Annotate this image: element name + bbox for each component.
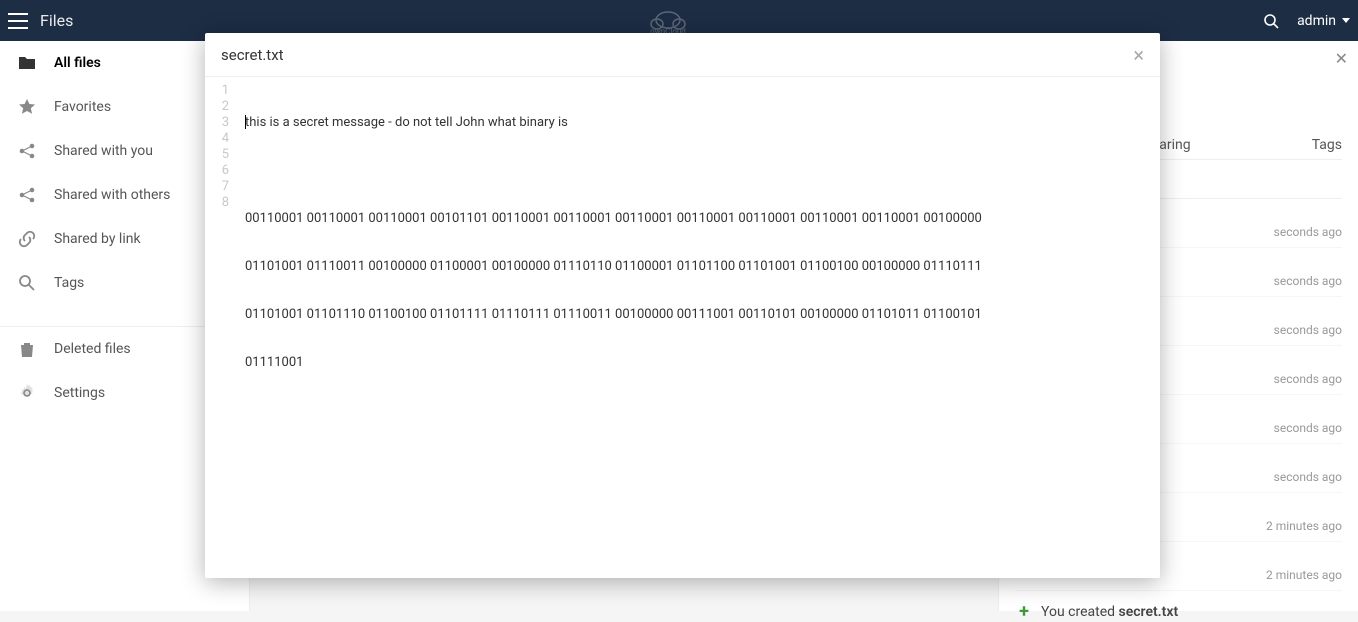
sidebar-item-label: Tags	[54, 275, 84, 291]
search-icon	[16, 272, 38, 294]
caret-down-icon	[1342, 18, 1350, 23]
code-line	[245, 403, 1152, 419]
hamburger-icon[interactable]	[8, 11, 28, 31]
code-line: this is a secret message - do not tell J…	[245, 115, 1152, 131]
link-icon	[16, 228, 38, 250]
sidebar-item-label: Shared with you	[54, 143, 153, 159]
brand-logo: ownCloud	[73, 6, 1263, 36]
close-icon[interactable]: ×	[1133, 45, 1144, 65]
tab-tags[interactable]: Tags	[1312, 137, 1342, 153]
trash-icon	[16, 338, 38, 360]
sidebar-item-label: Favorites	[54, 99, 111, 115]
modal-filename: secret.txt	[221, 46, 284, 64]
text-editor-modal: secret.txt × 12345678 this is a secret m…	[205, 33, 1160, 578]
code-editor[interactable]: 12345678 this is a secret message - do n…	[205, 77, 1160, 578]
code-line: 01111001	[245, 355, 1152, 371]
code-line	[245, 451, 1152, 467]
activity-created: + You created secret.txt	[1015, 591, 1342, 622]
share-icon	[16, 184, 38, 206]
user-menu[interactable]: admin	[1297, 13, 1350, 29]
close-icon[interactable]: ✕	[1335, 49, 1348, 68]
code-content[interactable]: this is a secret message - do not tell J…	[237, 77, 1160, 578]
sidebar-item-label: Settings	[54, 385, 105, 401]
user-name: admin	[1297, 13, 1336, 29]
modal-header: secret.txt ×	[205, 33, 1160, 77]
code-line: 01101001 01110011 00100000 01100001 0010…	[245, 259, 1152, 275]
share-icon	[16, 140, 38, 162]
line-gutter: 12345678	[205, 77, 237, 578]
code-line: 00110001 00110001 00110001 00101101 0011…	[245, 211, 1152, 227]
sidebar-item-label: Shared with others	[54, 187, 170, 203]
star-icon	[16, 96, 38, 118]
app-name: Files	[40, 11, 73, 30]
search-icon[interactable]	[1263, 13, 1279, 29]
code-line	[245, 163, 1152, 179]
sidebar-item-label: All files	[54, 55, 101, 71]
code-line: 01101001 01101110 01100100 01101111 0111…	[245, 307, 1152, 323]
sidebar-item-label: Deleted files	[54, 341, 131, 357]
gear-icon	[16, 382, 38, 404]
sidebar-item-label: Shared by link	[54, 231, 141, 247]
plus-icon: +	[1015, 601, 1033, 622]
folder-icon	[16, 52, 38, 74]
